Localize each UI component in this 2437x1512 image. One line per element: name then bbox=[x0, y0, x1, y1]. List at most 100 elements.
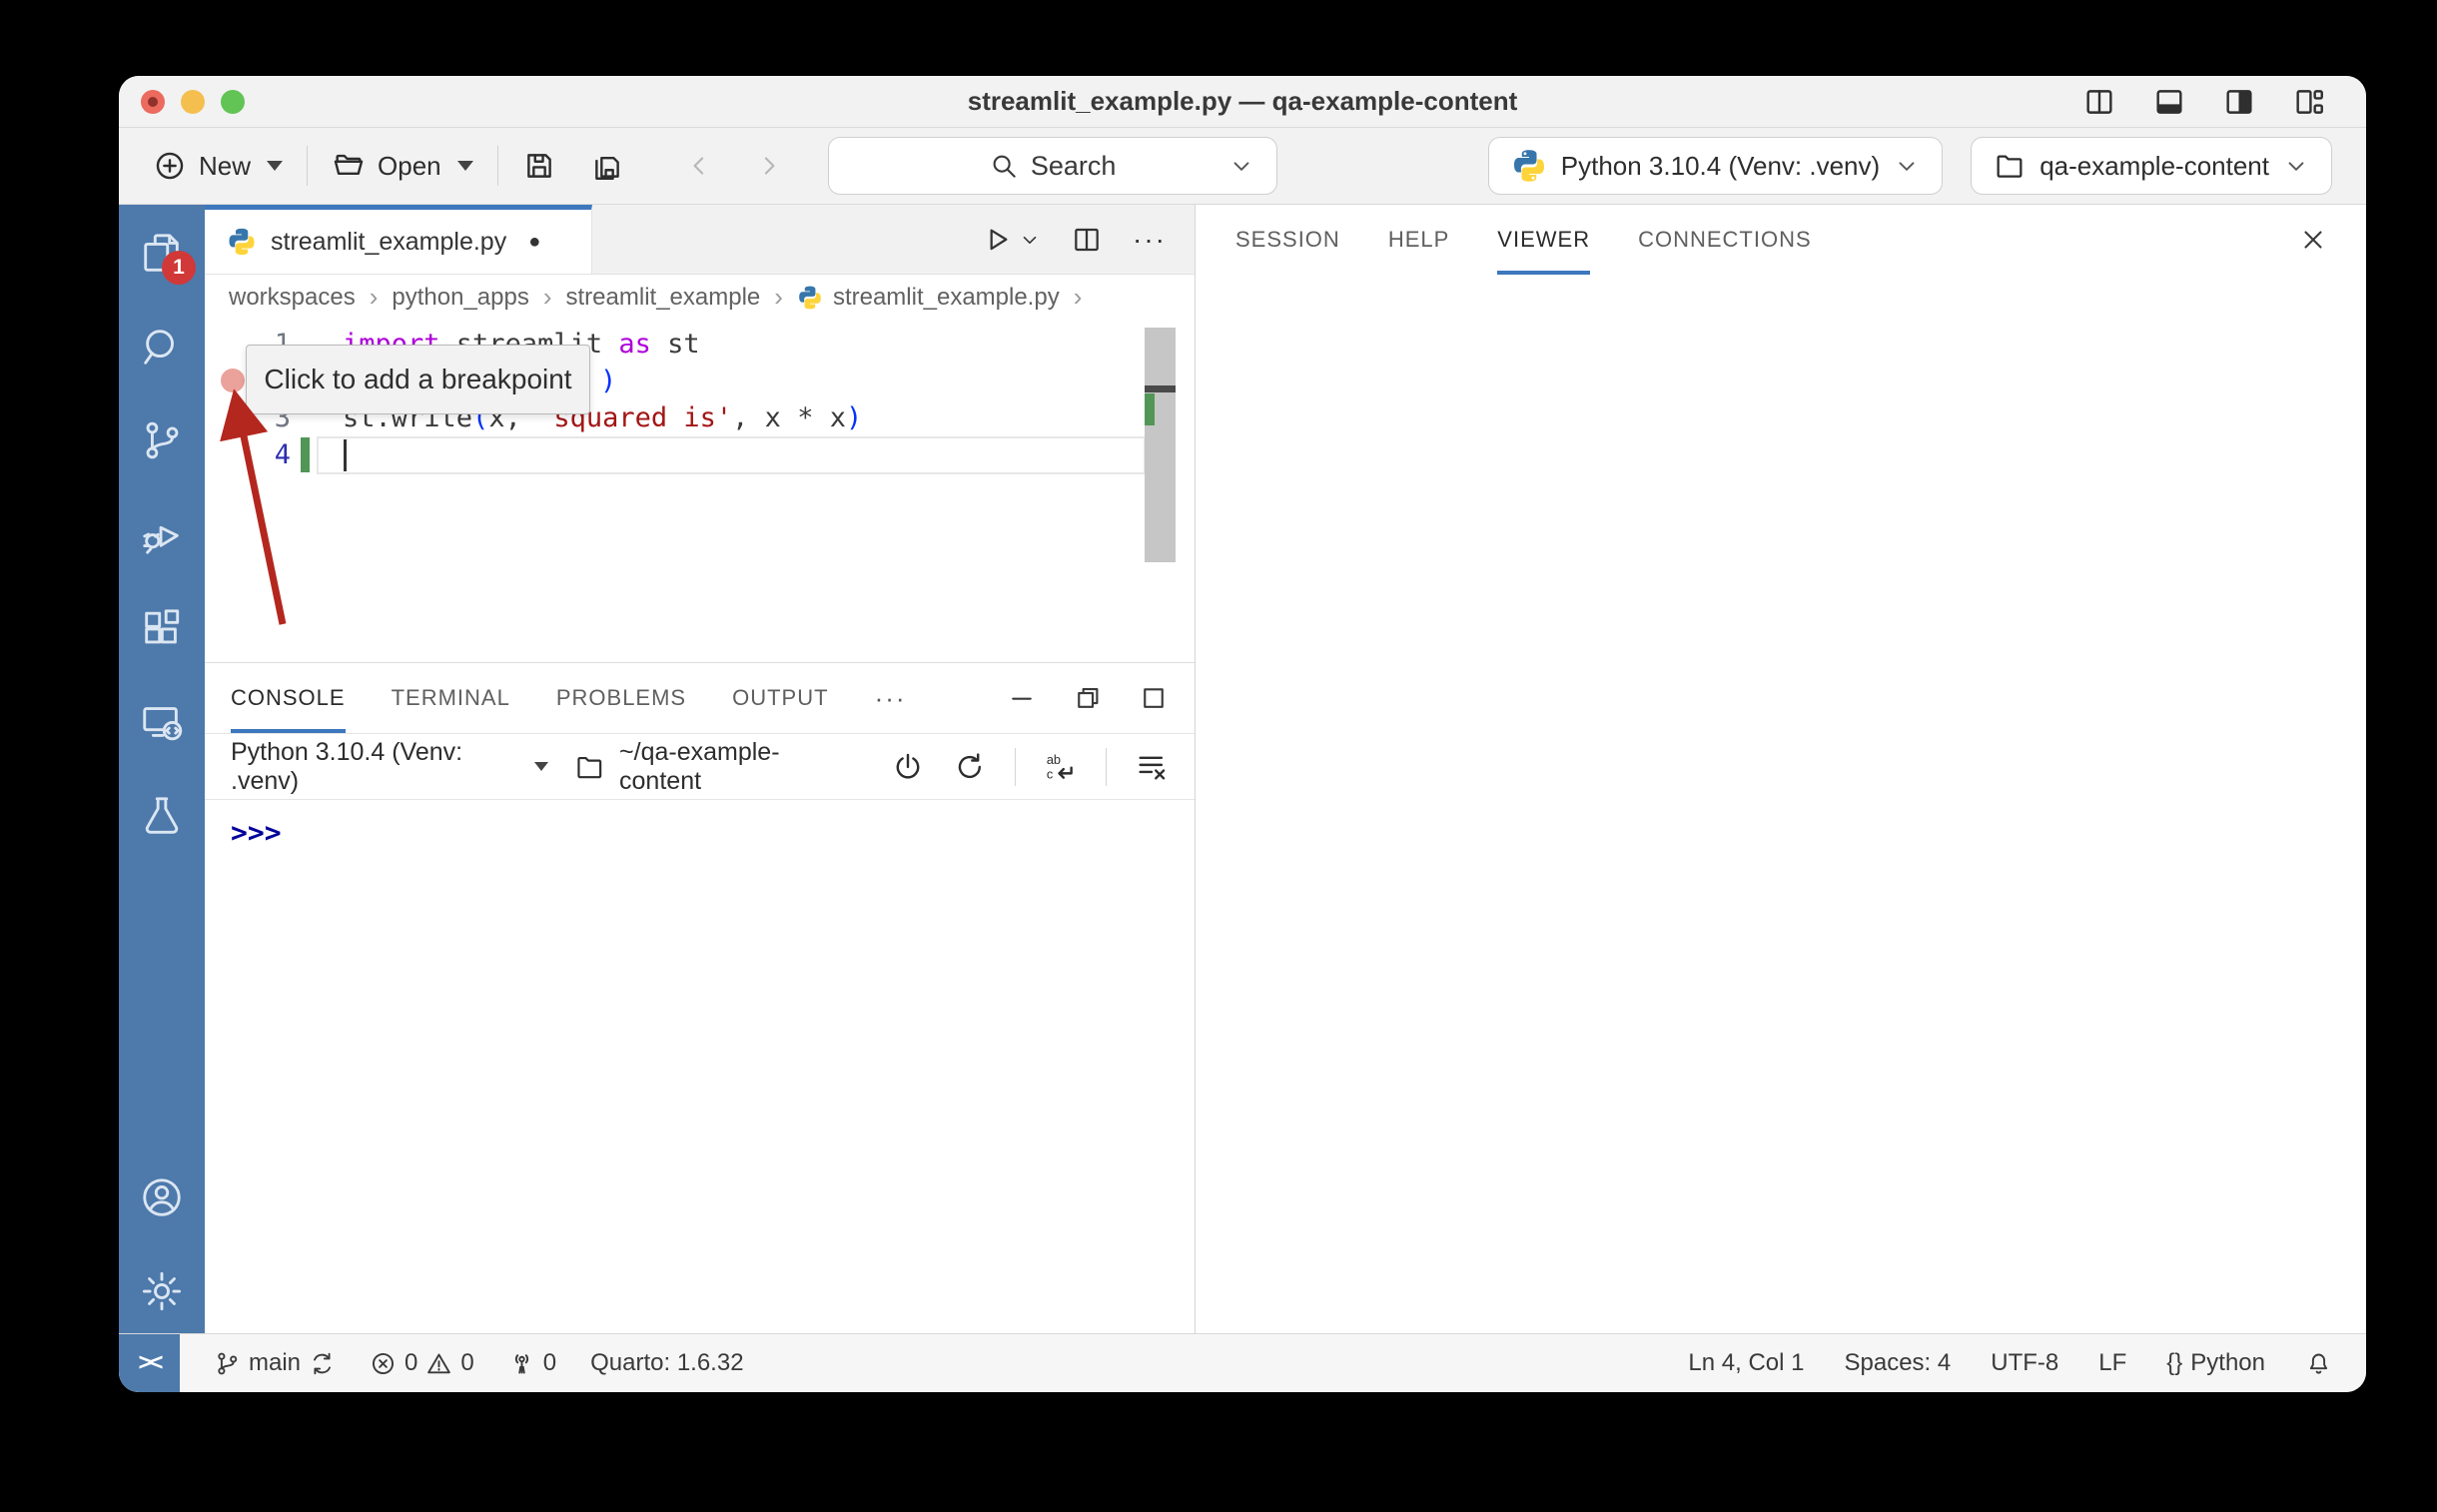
sidebar-item-source-control[interactable] bbox=[134, 412, 190, 468]
sidebar-item-search[interactable] bbox=[134, 319, 190, 375]
branch-label: main bbox=[249, 1349, 301, 1377]
interpreter-label: Python 3.10.4 (Venv: .venv) bbox=[1561, 151, 1880, 182]
scrollbar-thumb[interactable] bbox=[1145, 328, 1176, 562]
folder-icon bbox=[1994, 150, 2026, 182]
save-button[interactable] bbox=[522, 149, 556, 183]
tab-output[interactable]: OUTPUT bbox=[732, 663, 828, 733]
open-button[interactable]: Open bbox=[332, 149, 473, 183]
more-actions-icon[interactable]: ··· bbox=[1133, 224, 1167, 256]
tab-streamlit-example[interactable]: streamlit_example.py ● bbox=[205, 205, 592, 274]
eol-status[interactable]: LF bbox=[2098, 1349, 2126, 1377]
power-icon[interactable] bbox=[891, 750, 925, 784]
sidebar-item-explorer[interactable]: 1 bbox=[134, 225, 190, 281]
customize-layout-icon[interactable] bbox=[2292, 85, 2326, 119]
folder-icon bbox=[574, 751, 605, 783]
debug-icon bbox=[139, 511, 185, 557]
secondary-panel-tab-bar: SESSION HELP VIEWER CONNECTIONS bbox=[1196, 205, 2366, 275]
language-status[interactable]: {} Python bbox=[2166, 1349, 2265, 1377]
sidebar-item-testing[interactable] bbox=[134, 788, 190, 844]
indentation-status[interactable]: Spaces: 4 bbox=[1845, 1349, 1952, 1377]
cwd-label: ~/qa-example-content bbox=[619, 738, 851, 796]
project-selector[interactable]: qa-example-content bbox=[1971, 137, 2332, 195]
split-editor-icon[interactable] bbox=[2082, 85, 2116, 119]
code-editor[interactable]: 1 import streamlit as st 2 ) 3 st.write(… bbox=[205, 320, 1195, 662]
python-file-icon bbox=[227, 227, 257, 257]
console-interpreter-label[interactable]: Python 3.10.4 (Venv: .venv) bbox=[231, 738, 524, 796]
close-panel-button[interactable] bbox=[2298, 225, 2328, 255]
editor-scrollbar[interactable] bbox=[1145, 320, 1176, 662]
encoding-status[interactable]: UTF-8 bbox=[1991, 1349, 2058, 1377]
breadcrumb-item-file[interactable]: streamlit_example.py bbox=[797, 284, 1060, 312]
sidebar-item-remote-explorer[interactable] bbox=[134, 694, 190, 750]
toggle-secondary-sidebar-icon[interactable] bbox=[2222, 85, 2256, 119]
split-editor-icon[interactable] bbox=[1071, 224, 1103, 256]
tab-help[interactable]: HELP bbox=[1388, 205, 1449, 275]
clear-console-icon[interactable] bbox=[1135, 750, 1169, 784]
panel-more-tabs-icon[interactable]: ··· bbox=[875, 683, 907, 714]
forward-icon[interactable] bbox=[754, 151, 784, 181]
back-icon[interactable] bbox=[684, 151, 714, 181]
search-dropdown[interactable] bbox=[1228, 153, 1254, 179]
search-input[interactable]: Search bbox=[828, 137, 1277, 195]
interpreter-dropdown-caret[interactable] bbox=[534, 762, 548, 771]
tab-viewer[interactable]: VIEWER bbox=[1497, 205, 1590, 275]
save-all-icon bbox=[590, 149, 624, 183]
breadcrumb-separator: › bbox=[543, 282, 552, 313]
dirty-indicator[interactable]: ● bbox=[528, 231, 540, 254]
search-icon bbox=[989, 151, 1019, 181]
text-cursor bbox=[344, 439, 347, 471]
breadcrumb-item[interactable]: workspaces bbox=[229, 284, 356, 312]
language-label: Python bbox=[2190, 1349, 2265, 1377]
remote-indicator[interactable]: >< bbox=[119, 1334, 180, 1392]
git-added-gutter bbox=[301, 437, 310, 472]
search-icon bbox=[139, 324, 185, 370]
warning-icon bbox=[425, 1350, 452, 1377]
run-file-button[interactable] bbox=[981, 224, 1041, 256]
extensions-icon bbox=[139, 605, 185, 651]
tab-connections[interactable]: CONNECTIONS bbox=[1638, 205, 1812, 275]
quarto-status[interactable]: Quarto: 1.6.32 bbox=[590, 1349, 743, 1377]
chevron-down-icon bbox=[1894, 153, 1920, 179]
breadcrumb-separator: › bbox=[1074, 282, 1083, 313]
interpreter-selector[interactable]: Python 3.10.4 (Venv: .venv) bbox=[1488, 137, 1943, 195]
breakpoint-dot[interactable] bbox=[221, 369, 245, 392]
minimize-panel-icon[interactable] bbox=[1007, 683, 1037, 713]
breakpoint-tooltip: Click to add a breakpoint bbox=[246, 345, 590, 414]
restore-panel-icon[interactable] bbox=[1073, 683, 1103, 713]
tab-session[interactable]: SESSION bbox=[1235, 205, 1340, 275]
chevron-down-icon bbox=[1019, 229, 1041, 251]
toggle-panel-icon[interactable] bbox=[2152, 85, 2186, 119]
notifications-button[interactable] bbox=[2305, 1350, 2332, 1377]
editor-tab-bar: streamlit_example.py ● ··· bbox=[205, 205, 1195, 275]
sidebar-item-run-debug[interactable] bbox=[134, 506, 190, 562]
breadcrumb-item[interactable]: python_apps bbox=[392, 284, 528, 312]
open-dropdown-caret bbox=[457, 161, 473, 171]
python-logo-icon bbox=[1511, 148, 1547, 184]
maximize-panel-icon[interactable] bbox=[1139, 683, 1169, 713]
settings-button[interactable] bbox=[134, 1263, 190, 1319]
chevron-down-icon bbox=[2283, 153, 2309, 179]
problems-status[interactable]: 0 0 bbox=[370, 1349, 474, 1377]
git-branch-status[interactable]: main bbox=[214, 1349, 336, 1377]
tab-terminal[interactable]: TERMINAL bbox=[392, 663, 510, 733]
chevron-down-icon bbox=[1228, 153, 1254, 179]
sidebar-item-extensions[interactable] bbox=[134, 600, 190, 656]
ports-status[interactable]: 0 bbox=[508, 1349, 556, 1377]
save-all-button[interactable] bbox=[590, 149, 624, 183]
console-output[interactable]: >>> bbox=[205, 800, 1195, 1333]
tab-console[interactable]: CONSOLE bbox=[231, 663, 346, 733]
breadcrumb-item[interactable]: streamlit_example bbox=[566, 284, 761, 312]
restart-icon[interactable] bbox=[953, 750, 987, 784]
tab-problems[interactable]: PROBLEMS bbox=[556, 663, 686, 733]
account-button[interactable] bbox=[134, 1169, 190, 1225]
line-number-active[interactable]: 4 bbox=[205, 439, 291, 470]
brackets-glyph: {} bbox=[2166, 1349, 2182, 1377]
working-directory[interactable]: ~/qa-example-content bbox=[574, 738, 851, 796]
new-button[interactable]: New bbox=[153, 149, 283, 183]
panel-tab-bar: CONSOLE TERMINAL PROBLEMS OUTPUT ··· bbox=[205, 663, 1195, 733]
divider bbox=[1015, 748, 1016, 786]
word-wrap-icon[interactable]: abc bbox=[1044, 750, 1078, 784]
bottom-panel: CONSOLE TERMINAL PROBLEMS OUTPUT ··· Pyt… bbox=[205, 662, 1195, 1333]
cursor-position-status[interactable]: Ln 4, Col 1 bbox=[1688, 1349, 1804, 1377]
divider bbox=[497, 146, 498, 186]
